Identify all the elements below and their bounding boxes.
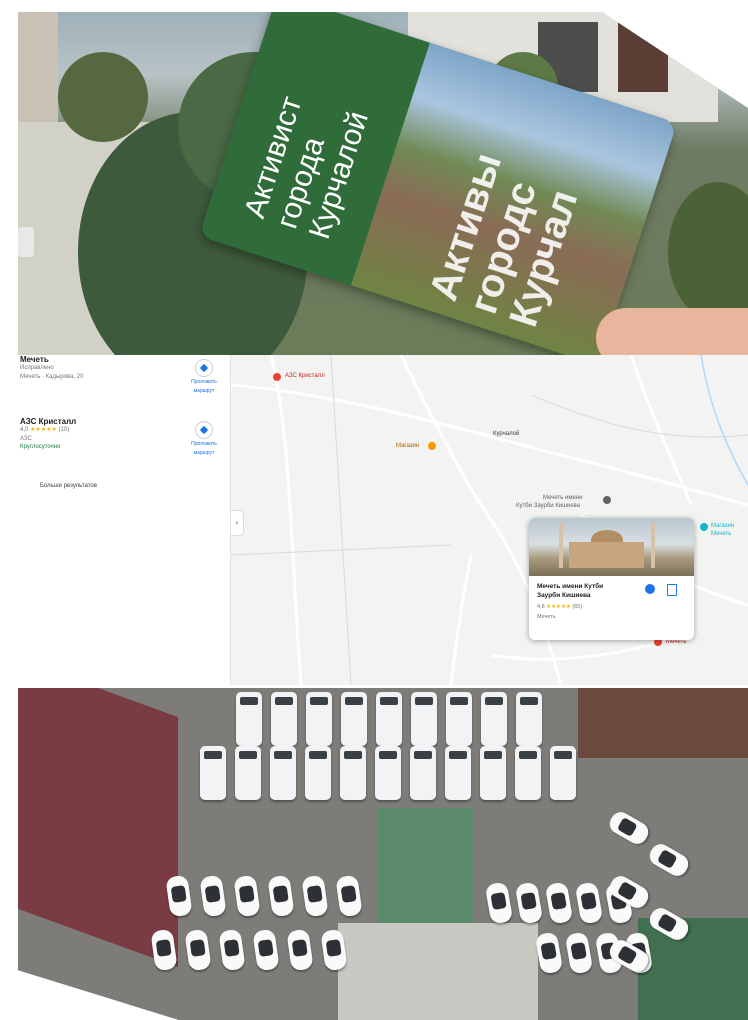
car <box>564 931 594 975</box>
route-label: маршрут <box>193 388 215 394</box>
van <box>445 746 471 800</box>
car <box>606 808 652 848</box>
car <box>252 928 280 972</box>
minaret <box>651 522 655 568</box>
map-label: Мечеть <box>711 531 732 537</box>
place-card-rating: 4,8 ★★★★★ (65) <box>537 604 582 610</box>
building-green-roof <box>378 808 473 938</box>
pin-icon[interactable] <box>603 496 611 504</box>
rating-stars: ★★★★★ <box>30 427 57 433</box>
review-count: (10) <box>58 427 70 433</box>
map-canvas[interactable]: АЗС Кристалл Магазин Курчалой Мечеть име… <box>231 355 748 685</box>
mosque-building <box>569 542 644 568</box>
roof <box>18 688 178 968</box>
rating-value: 4,0 <box>20 427 29 433</box>
tree <box>668 182 748 322</box>
car <box>514 881 544 925</box>
map-label: Мечеть имени <box>543 495 583 501</box>
rating-value: 4,8 <box>537 604 545 610</box>
tree <box>58 52 148 142</box>
place-card-title-line: Заурби Кишиева <box>537 592 591 599</box>
van <box>481 692 507 746</box>
place-photo <box>529 518 694 576</box>
place-card-type: Мечеть <box>537 614 556 620</box>
aerial-parking-photo <box>18 688 748 1020</box>
pin-icon[interactable] <box>428 442 436 450</box>
pin-icon[interactable] <box>273 373 281 381</box>
car <box>484 881 514 925</box>
bookmark-icon[interactable] <box>667 584 677 596</box>
car <box>574 881 604 925</box>
directions-icon <box>195 359 213 377</box>
map-label: АЗС Кристалл <box>285 373 325 379</box>
building-window <box>618 22 668 92</box>
car <box>646 840 692 880</box>
van <box>410 746 436 800</box>
minaret <box>559 522 563 568</box>
pin-icon[interactable] <box>700 523 708 531</box>
van <box>235 746 261 800</box>
route-label: маршрут <box>193 450 215 456</box>
car <box>534 931 564 975</box>
route-button[interactable]: Проложить маршрут <box>186 421 222 457</box>
van <box>305 746 331 800</box>
card-image-text: Активы городс Курчал <box>421 64 616 332</box>
van <box>550 746 576 800</box>
map-label: Магазин <box>396 443 420 449</box>
car <box>286 928 314 972</box>
roof <box>638 918 748 1020</box>
car <box>18 227 34 257</box>
more-results-link[interactable]: Больше результатов <box>40 483 97 489</box>
car <box>267 874 295 918</box>
van <box>200 746 226 800</box>
van <box>376 692 402 746</box>
hand <box>596 308 748 355</box>
place-card-title-line: Мечеть имени Кутби <box>537 583 604 590</box>
van <box>515 746 541 800</box>
route-button[interactable]: Проложить маршрут <box>186 359 222 395</box>
map-label: Курчалой <box>493 431 520 437</box>
directions-icon[interactable] <box>645 584 655 594</box>
car <box>544 881 574 925</box>
results-sidebar: Мечеть Исправлено Мечеть · Кадырова, 20 … <box>0 355 231 685</box>
route-label: Проложить <box>191 379 217 385</box>
van <box>411 692 437 746</box>
car <box>301 874 329 918</box>
place-info-card[interactable]: Мечеть имени Кутби Заурби Кишиева 4,8 ★★… <box>529 518 694 640</box>
building <box>338 923 538 1020</box>
roof <box>578 688 748 758</box>
review-count: (65) <box>572 604 583 610</box>
van <box>516 692 542 746</box>
route-label: Проложить <box>191 441 217 447</box>
van <box>340 746 366 800</box>
van <box>236 692 262 746</box>
map-label: Кутби Заурби Кишиева <box>516 503 581 509</box>
card-photo: Активист города Курчалой Активы городс К… <box>18 12 748 355</box>
van <box>446 692 472 746</box>
car <box>233 874 261 918</box>
place-card-title: Мечеть имени Кутби Заурби Кишиева <box>537 582 637 600</box>
van <box>306 692 332 746</box>
rating-stars: ★★★★★ <box>546 604 571 610</box>
collapse-panel-button[interactable]: ‹ <box>231 510 244 536</box>
van <box>271 692 297 746</box>
car <box>184 928 212 972</box>
van <box>480 746 506 800</box>
van <box>270 746 296 800</box>
maps-screenshot: Мечеть Исправлено Мечеть · Кадырова, 20 … <box>0 355 748 685</box>
car <box>199 874 227 918</box>
van <box>375 746 401 800</box>
map-label: Магазин <box>711 523 735 529</box>
car <box>218 928 246 972</box>
car <box>335 874 363 918</box>
van <box>341 692 367 746</box>
directions-icon <box>195 421 213 439</box>
